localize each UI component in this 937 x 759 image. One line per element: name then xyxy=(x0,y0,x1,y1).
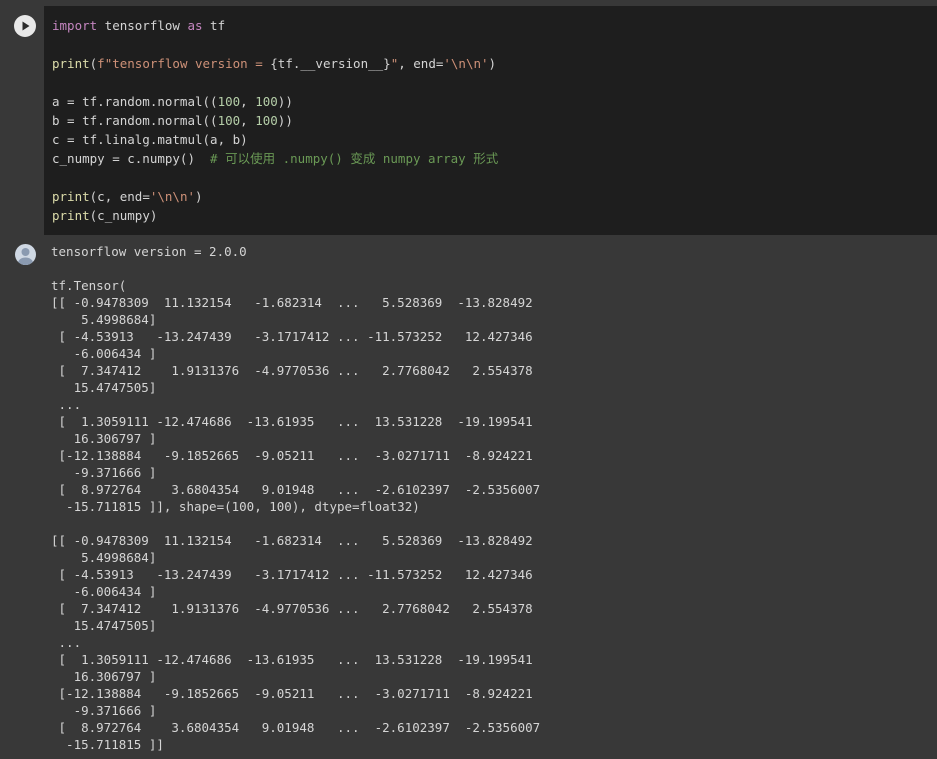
output-gutter xyxy=(0,235,44,759)
code-token: ) xyxy=(488,56,497,71)
code-token: print xyxy=(52,208,90,223)
code-token: (c_numpy) xyxy=(89,208,158,223)
code-text[interactable]: import tensorflow as tf print(f"tensorfl… xyxy=(52,16,498,225)
code-token: '\n\n' xyxy=(443,56,489,71)
code-token: f"tensorflow version = xyxy=(97,56,271,71)
code-token: b = tf.random.normal(( xyxy=(52,113,218,128)
cell-output: tensorflow version = 2.0.0 tf.Tensor( [[… xyxy=(44,235,937,759)
code-line: a = tf.random.normal((100, 100)) xyxy=(52,94,293,109)
output-text: tensorflow version = 2.0.0 tf.Tensor( [[… xyxy=(51,244,541,752)
code-token: tensorflow xyxy=(97,18,188,33)
code-token: 100 xyxy=(217,113,241,128)
output-avatar-icon xyxy=(15,244,36,265)
notebook: import tensorflow as tf print(f"tensorfl… xyxy=(0,0,937,759)
code-line: import tensorflow as tf xyxy=(52,18,225,33)
code-token: 100 xyxy=(255,113,278,128)
code-editor[interactable]: import tensorflow as tf print(f"tensorfl… xyxy=(44,6,937,235)
code-token: import xyxy=(52,18,98,33)
code-token: c_numpy = c.numpy() xyxy=(52,151,211,166)
code-token: (c, end= xyxy=(89,189,150,204)
code-token: ) xyxy=(195,189,203,204)
code-line: print(f"tensorflow version = {tf.__versi… xyxy=(52,56,496,71)
run-cell-button[interactable] xyxy=(14,15,36,37)
code-token: 100 xyxy=(217,94,241,109)
code-token: )) xyxy=(277,94,293,109)
code-token: c = tf.linalg.matmul(a, b) xyxy=(52,132,248,147)
code-token: {tf.__version__} xyxy=(270,56,391,71)
code-token: tf xyxy=(202,18,226,33)
code-token: print xyxy=(52,56,90,71)
code-token: )) xyxy=(277,113,293,128)
play-icon xyxy=(22,21,30,31)
code-token: , end= xyxy=(398,56,444,71)
code-token: , xyxy=(240,113,256,128)
code-line: print(c_numpy) xyxy=(52,208,157,223)
code-line: print(c, end='\n\n') xyxy=(52,189,203,204)
code-token: '\n\n' xyxy=(149,189,196,204)
code-token: a = tf.random.normal(( xyxy=(52,94,218,109)
code-line: b = tf.random.normal((100, 100)) xyxy=(52,113,293,128)
code-token: print xyxy=(52,189,90,204)
code-token: as xyxy=(187,18,203,33)
code-token: # 可以使用 .numpy() 变成 numpy array 形式 xyxy=(210,151,499,166)
code-line: c_numpy = c.numpy() # 可以使用 .numpy() 变成 n… xyxy=(52,151,498,166)
code-token: 100 xyxy=(255,94,278,109)
code-line: c = tf.linalg.matmul(a, b) xyxy=(52,132,248,147)
code-token: , xyxy=(240,94,256,109)
